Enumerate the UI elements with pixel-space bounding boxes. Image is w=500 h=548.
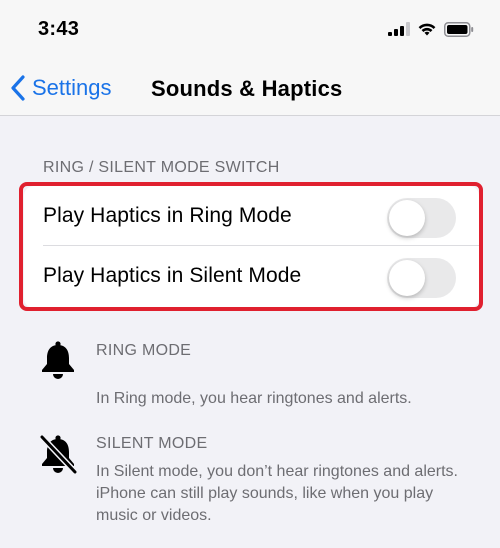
chevron-left-icon <box>11 75 25 101</box>
section-header: RING / SILENT MODE SWITCH <box>43 159 280 176</box>
silent-mode-title: SILENT MODE <box>96 435 208 452</box>
highlight-box <box>19 182 483 311</box>
status-time: 3:43 <box>38 18 80 40</box>
status-bar: 3:43 <box>0 0 500 62</box>
status-icons <box>388 20 474 38</box>
navigation-bar: Settings Sounds & Haptics <box>0 62 500 116</box>
wifi-icon <box>418 23 436 35</box>
battery-icon <box>444 21 474 37</box>
bell-slash-icon <box>39 434 77 474</box>
ring-mode-title: RING MODE <box>96 342 192 359</box>
back-button-label: Settings <box>32 75 112 100</box>
silent-mode-description: In Silent mode, you don’t hear ringtones… <box>96 463 458 524</box>
page-title: Sounds & Haptics <box>151 76 343 101</box>
bell-icon <box>42 341 74 379</box>
back-button[interactable]: Settings <box>10 72 112 104</box>
cellular-signal-icon <box>388 22 410 36</box>
ring-mode-description: In Ring mode, you hear ringtones and ale… <box>96 390 412 407</box>
